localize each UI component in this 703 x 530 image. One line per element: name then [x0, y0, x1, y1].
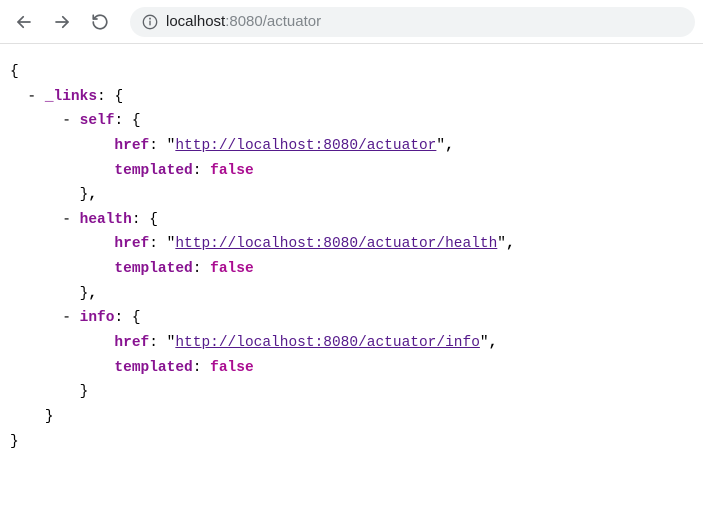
json-value: false — [210, 360, 254, 376]
json-line: - _links: { — [10, 85, 693, 110]
json-line: - info: { — [10, 306, 693, 331]
site-info-icon — [142, 14, 158, 30]
browser-toolbar: localhost:8080/actuator — [0, 0, 703, 44]
url-host: localhost — [166, 13, 225, 30]
arrow-right-icon — [53, 13, 71, 31]
json-key: templated — [114, 163, 192, 179]
json-line: }, — [10, 282, 693, 307]
json-line: - self: { — [10, 109, 693, 134]
json-line: - health: { — [10, 208, 693, 233]
json-line: } — [10, 380, 693, 405]
json-line: } — [10, 430, 693, 455]
address-bar[interactable]: localhost:8080/actuator — [130, 7, 695, 37]
json-key: _links — [45, 89, 97, 105]
json-key: templated — [114, 360, 192, 376]
json-line: }, — [10, 183, 693, 208]
json-viewer: { - _links: { - self: { href: "http://lo… — [0, 44, 703, 470]
json-line: } — [10, 405, 693, 430]
json-line: href: "http://localhost:8080/actuator", — [10, 134, 693, 159]
json-key: href — [114, 335, 149, 351]
json-href-link[interactable]: http://localhost:8080/actuator — [175, 138, 436, 154]
json-line: templated: false — [10, 257, 693, 282]
json-line: href: "http://localhost:8080/actuator/he… — [10, 232, 693, 257]
json-key: href — [114, 236, 149, 252]
back-button[interactable] — [8, 6, 40, 38]
url-port-path: :8080/actuator — [225, 13, 321, 30]
json-line: templated: false — [10, 159, 693, 184]
json-key: self — [80, 113, 115, 129]
json-line: href: "http://localhost:8080/actuator/in… — [10, 331, 693, 356]
json-key: href — [114, 138, 149, 154]
json-line: { — [10, 60, 693, 85]
arrow-left-icon — [15, 13, 33, 31]
json-key: templated — [114, 261, 192, 277]
json-key: info — [80, 310, 115, 326]
json-value: false — [210, 261, 254, 277]
json-href-link[interactable]: http://localhost:8080/actuator/info — [175, 335, 480, 351]
reload-button[interactable] — [84, 6, 116, 38]
json-href-link[interactable]: http://localhost:8080/actuator/health — [175, 236, 497, 252]
json-key: health — [80, 212, 132, 228]
reload-icon — [91, 13, 109, 31]
url-text: localhost:8080/actuator — [166, 13, 321, 30]
json-line: templated: false — [10, 356, 693, 381]
json-value: false — [210, 163, 254, 179]
forward-button[interactable] — [46, 6, 78, 38]
